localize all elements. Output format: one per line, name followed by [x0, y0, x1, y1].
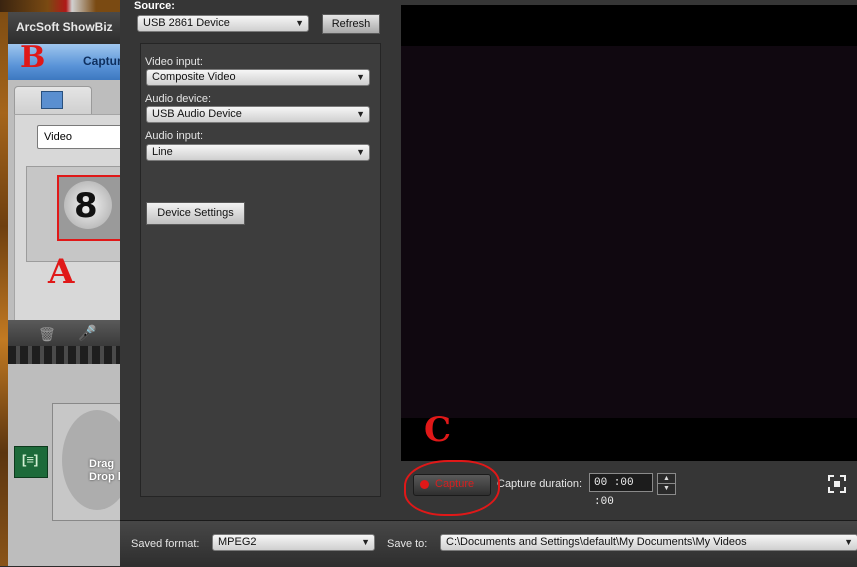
media-type-value: Video: [44, 131, 72, 143]
saved-format-dropdown[interactable]: MPEG2 ▼: [212, 534, 375, 551]
save-to-value: C:\Documents and Settings\default\My Doc…: [446, 536, 747, 548]
microphone-icon[interactable]: 🎤: [78, 324, 97, 342]
saved-format-value: MPEG2: [218, 536, 257, 548]
audio-device-label: Audio device:: [145, 93, 212, 105]
dropdown-arrow-icon: ▼: [356, 72, 365, 82]
dropdown-arrow-icon: ▼: [361, 537, 370, 547]
desktop-top-strip: [0, 0, 120, 12]
trash-icon[interactable]: 🗑: [38, 326, 56, 343]
video-input-value: Composite Video: [152, 71, 236, 83]
video-input-dropdown[interactable]: Composite Video ▼: [146, 69, 370, 86]
annotation-c: C: [424, 410, 452, 450]
audio-input-value: Line: [152, 146, 173, 158]
dropdown-arrow-icon: ▼: [356, 109, 365, 119]
film-strip-divider: [8, 346, 120, 364]
media-tab-icon: [41, 91, 63, 109]
source-device-dropdown[interactable]: USB 2861 Device ▼: [137, 15, 309, 32]
background-app-header-label: Captur: [83, 54, 122, 68]
spin-down-icon[interactable]: ▼: [657, 483, 676, 495]
clip-glyph-icon: [≡]: [22, 452, 39, 467]
refresh-button[interactable]: Refresh: [322, 14, 380, 34]
saved-format-label: Saved format:: [131, 538, 200, 550]
audio-input-label: Audio input:: [145, 130, 204, 142]
annotation-a: A: [48, 252, 75, 292]
dropdown-arrow-icon: ▼: [356, 147, 365, 157]
background-app-toolbar: [8, 320, 120, 346]
source-device-value: USB 2861 Device: [143, 17, 230, 29]
save-to-dropdown[interactable]: C:\Documents and Settings\default\My Doc…: [440, 534, 857, 551]
fullscreen-icon[interactable]: [828, 475, 846, 493]
source-label: Source:: [134, 0, 175, 12]
video-preview: [401, 46, 857, 418]
audio-device-dropdown[interactable]: USB Audio Device ▼: [146, 106, 370, 123]
audio-device-value: USB Audio Device: [152, 108, 242, 120]
save-to-label: Save to:: [387, 538, 428, 550]
annotation-b: B: [20, 40, 46, 75]
video-input-label: Video input:: [145, 56, 203, 68]
countdown-digit: 8: [74, 186, 98, 226]
capture-duration-label: Capture duration:: [497, 478, 582, 490]
dropdown-arrow-icon: ▼: [295, 18, 304, 28]
capture-duration-input[interactable]: 00 :00 :00: [589, 473, 653, 508]
annotation-circle: [404, 460, 500, 516]
dropdown-arrow-icon: ▼: [844, 537, 853, 547]
background-app-title: ArcSoft ShowBiz: [16, 20, 113, 34]
audio-input-dropdown[interactable]: Line ▼: [146, 144, 370, 161]
device-settings-button[interactable]: Device Settings: [146, 202, 245, 225]
